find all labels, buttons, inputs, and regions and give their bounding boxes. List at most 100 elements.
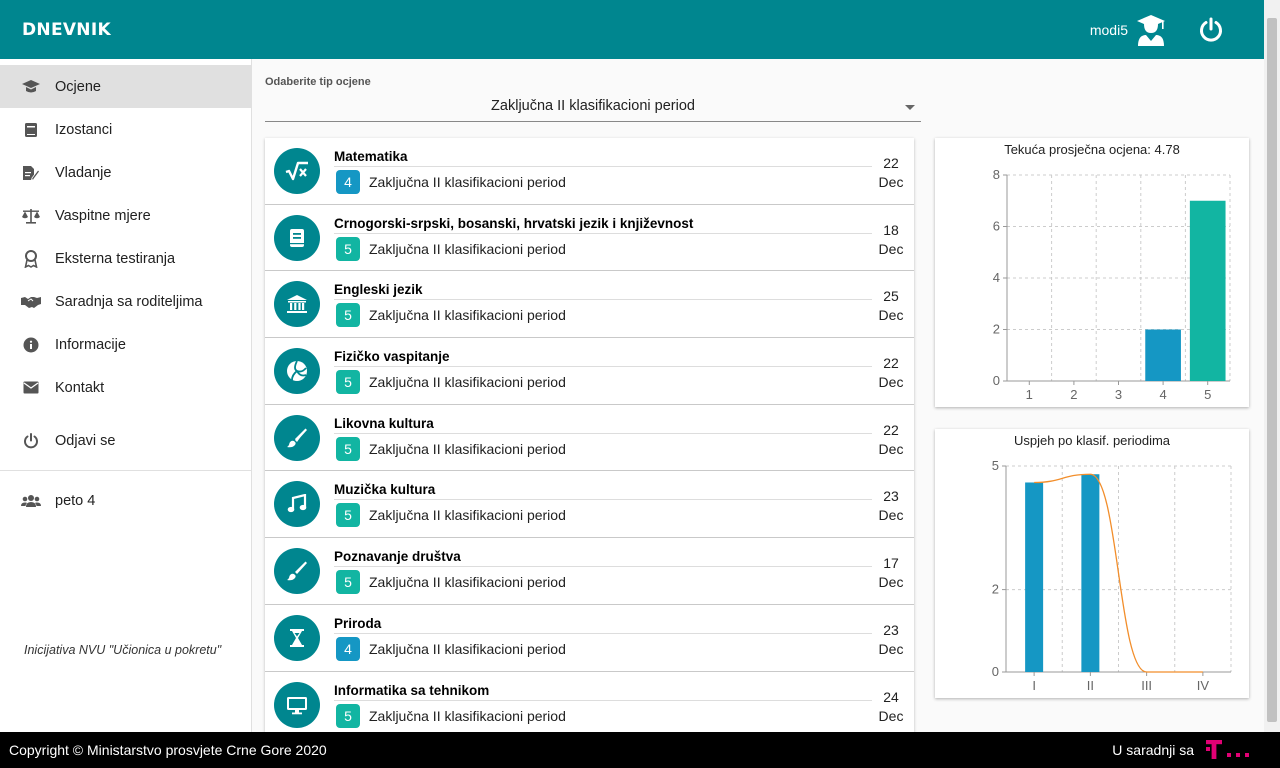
y-tick-label: 6 (993, 219, 1000, 234)
grade-period: Zaključna II klasifikacioni period (369, 707, 566, 724)
bar (1189, 200, 1226, 381)
subject-name: Muzička kultura (334, 482, 436, 498)
page-scrollbar[interactable] (1264, 0, 1280, 732)
y-tick-label: 8 (993, 167, 1000, 182)
initiative-note: Inicijativa NVU "Učionica u pokretu" (24, 643, 222, 657)
x-tick-label: 4 (1159, 387, 1166, 402)
period-success-chart: 025I II III IV (992, 458, 1232, 693)
grade-period: Zaključna II klasifikacioni period (369, 174, 566, 190)
grade-type-filter: Odaberite tip ocjene Zaključna II klasif… (265, 76, 921, 122)
x-tick-label: I (1032, 678, 1036, 693)
grade-date: 22 Dec (876, 354, 906, 392)
envelope-icon (21, 378, 41, 398)
sidebar-item-ocjene[interactable]: Ocjene (0, 65, 251, 108)
username[interactable]: modi5 (1090, 22, 1128, 38)
app-header: DNEVNIK modi5 (0, 0, 1264, 59)
grade-month: Dec (878, 174, 904, 190)
sidebar-logout-label: Odjavi se (55, 432, 116, 449)
sidebar-item-vladanje[interactable]: Vladanje (0, 151, 251, 194)
grade-date: 22 Dec (876, 154, 906, 192)
grade-badge: 5 (336, 236, 360, 261)
divider (334, 566, 872, 568)
user-graduate-icon[interactable] (1136, 14, 1166, 46)
list-item[interactable]: Engleski jezik 5 Zaključna II klasifikac… (265, 271, 914, 339)
grade-type-select[interactable]: Zaključna II klasifikacioni period (265, 94, 921, 122)
list-item[interactable]: Poznavanje društva 5 Zaključna II klasif… (265, 538, 914, 605)
x-tick-label: II (1087, 678, 1094, 693)
grade-badge: 4 (336, 636, 360, 661)
grade-period: Zaključna II klasifikacioni period (369, 640, 566, 657)
divider (334, 166, 872, 167)
app-footer: Copyright © Ministarstvo prosvjete Crne … (0, 732, 1280, 768)
grade-day: 23 (883, 621, 899, 638)
grade-date: 17 Dec (876, 554, 906, 592)
grade-date: 24 Dec (876, 688, 906, 726)
grade-badge: 5 (336, 370, 360, 395)
copyright-text: Copyright © Ministarstvo prosvjete Crne … (9, 742, 327, 758)
y-tick-label: 2 (993, 322, 1000, 337)
grade-month: Dec (878, 574, 904, 591)
list-item[interactable]: Likovna kultura 5 Zaključna II klasifika… (265, 405, 914, 472)
grade-day: 18 (883, 221, 899, 238)
grade-period: Zaključna II klasifikacioni period (369, 307, 566, 324)
grade-month: Dec (878, 707, 904, 724)
list-item[interactable]: Priroda 4 Zaključna II klasifikacioni pe… (265, 605, 914, 672)
sidebar-item-label: Eksterna testiranja (55, 250, 176, 267)
sidebar-item-label: Saradnja sa roditeljima (55, 293, 203, 310)
sidebar-item-saradnja[interactable]: Saradnja sa roditeljima (0, 280, 251, 323)
sidebar-item-label: Informacije (55, 336, 126, 353)
list-item[interactable]: Crnogorski-srpski, bosanski, hrvatski je… (265, 205, 914, 272)
square-root-icon (274, 148, 320, 194)
list-item[interactable]: Fizičko vaspitanje 5 Zaključna II klasif… (265, 338, 914, 405)
average-grade-chart: 0 2 4 6 8 1 2 3 4 5 (993, 167, 1231, 402)
grade-month: Dec (878, 507, 904, 524)
sidebar-item-label: Izostanci (55, 121, 113, 138)
sidebar-item-class[interactable]: peto 4 (0, 479, 251, 522)
brand-title[interactable]: DNEVNIK (22, 20, 111, 40)
subject-name: Poznavanje društva (334, 549, 461, 565)
dropdown-arrow-icon (905, 105, 915, 110)
grade-date: 23 Dec (876, 487, 906, 525)
y-tick-label: 5 (992, 458, 999, 473)
grade-date: 22 Dec (876, 421, 906, 459)
info-icon (21, 335, 41, 355)
hourglass-icon (274, 614, 320, 661)
grade-day: 22 (883, 355, 899, 372)
music-note-icon (274, 481, 320, 528)
scale-icon (21, 206, 41, 226)
grade-period: Zaključna II klasifikacioni period (369, 574, 566, 591)
divider (334, 632, 872, 634)
grade-month: Dec (878, 240, 904, 257)
bar (1081, 474, 1100, 672)
graduation-cap-icon (21, 77, 41, 97)
x-tick-label: 3 (1115, 387, 1122, 402)
grade-month: Dec (878, 374, 904, 391)
sidebar-item-vaspitne-mjere[interactable]: Vaspitne mjere (0, 194, 251, 237)
list-item[interactable]: Informatika sa tehnikom 5 Zaključna II k… (265, 672, 914, 733)
grade-period: Zaključna II klasifikacioni period (369, 240, 566, 257)
y-tick-label: 0 (993, 373, 1000, 388)
subject-name: Crnogorski-srpski, bosanski, hrvatski je… (334, 215, 694, 231)
sidebar-item-label: Vaspitne mjere (55, 207, 151, 224)
subject-name: Engleski jezik (334, 282, 423, 298)
sidebar-item-izostanci[interactable]: Izostanci (0, 108, 251, 151)
paint-brush-icon (274, 414, 320, 461)
x-tick-label: 2 (1070, 387, 1077, 402)
sidebar-item-kontakt[interactable]: Kontakt (0, 366, 251, 409)
telekom-logo-icon[interactable] (1206, 740, 1252, 760)
sidebar-item-logout[interactable]: Odjavi se (0, 419, 251, 462)
sidebar-item-eksterna-testiranja[interactable]: Eksterna testiranja (0, 237, 251, 280)
x-tick-label: 1 (1026, 387, 1033, 402)
sidebar-item-label: Kontakt (55, 379, 105, 396)
scrollbar-thumb[interactable] (1267, 18, 1277, 722)
logout-power-button[interactable] (1196, 15, 1226, 45)
sidebar-item-informacije[interactable]: Informacije (0, 323, 251, 366)
subject-name: Informatika sa tehnikom (334, 682, 490, 698)
sidebar-divider (0, 470, 251, 471)
monitor-icon (274, 681, 320, 728)
list-item[interactable]: Muzička kultura 5 Zaključna II klasifika… (265, 471, 914, 539)
list-item[interactable]: Matematika 4 Zaključna II klasifikacioni… (265, 138, 914, 205)
divider (334, 499, 872, 501)
grade-date: 23 Dec (876, 621, 906, 659)
sidebar: Ocjene Izostanci Vladanje Vaspitne mjere… (0, 59, 252, 732)
